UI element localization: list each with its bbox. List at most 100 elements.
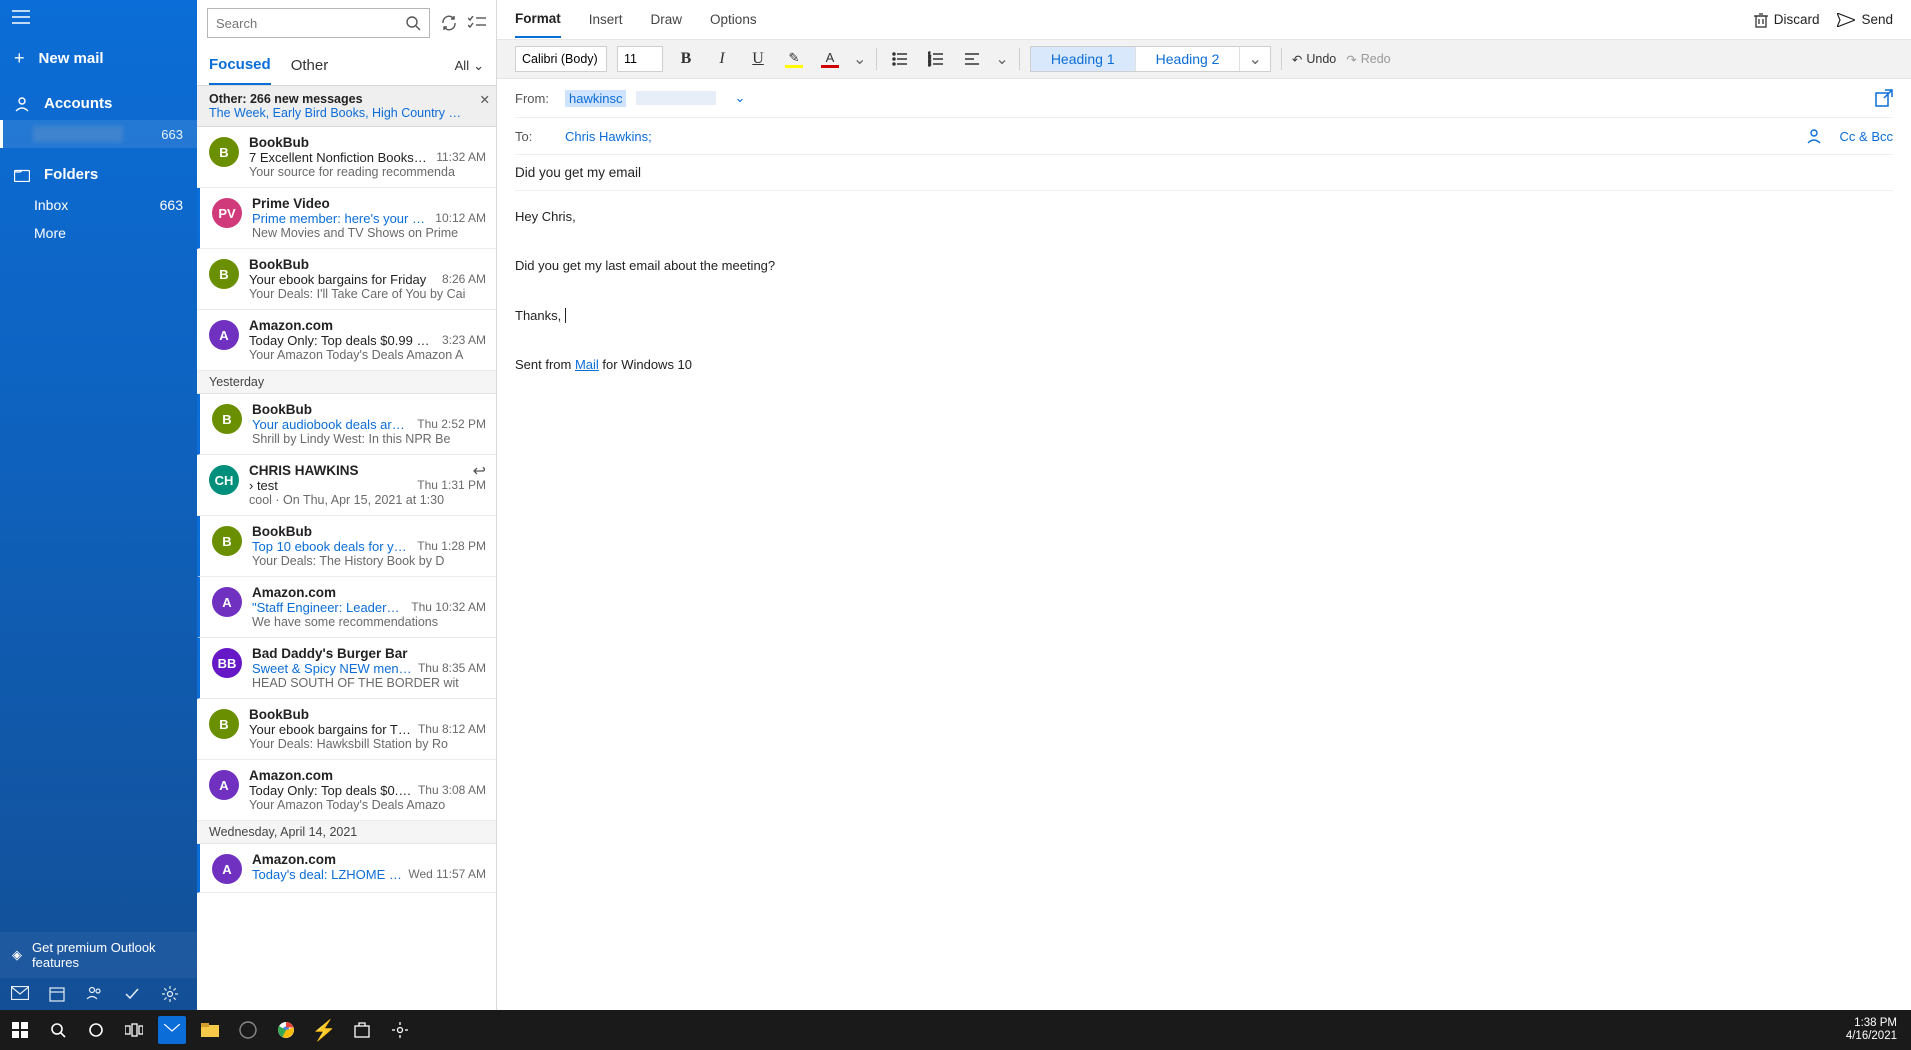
discard-button[interactable]: Discard [1754, 12, 1820, 28]
body-line: Did you get my last email about the meet… [515, 254, 1893, 279]
premium-banner[interactable]: ◈ Get premium Outlook features [0, 932, 197, 978]
settings-icon[interactable] [162, 986, 186, 1002]
message-item[interactable]: BBookBubYour ebook bargains for Friday8:… [197, 249, 496, 310]
filter-all[interactable]: All ⌄ [455, 58, 484, 74]
sync-icon[interactable] [440, 14, 458, 32]
close-icon[interactable]: ✕ [480, 92, 490, 107]
tab-options[interactable]: Options [710, 2, 757, 37]
search-input[interactable] [216, 16, 405, 31]
todo-icon[interactable] [124, 986, 148, 1002]
send-button[interactable]: Send [1837, 12, 1893, 27]
clock-date: 4/16/2021 [1846, 1030, 1897, 1043]
font-size-input[interactable] [617, 46, 663, 72]
app-icon[interactable]: ⚡ [310, 1016, 338, 1044]
trash-icon [1754, 12, 1768, 28]
message-subject: Sweet & Spicy NEW menu items a [252, 661, 412, 676]
mail-icon[interactable] [11, 986, 35, 1002]
tab-insert[interactable]: Insert [589, 2, 623, 37]
chevron-down-icon[interactable]: ⌄ [734, 90, 745, 106]
search-box[interactable] [207, 8, 430, 38]
ccbcc-link[interactable]: Cc & Bcc [1840, 129, 1893, 144]
people-icon[interactable] [86, 986, 110, 1002]
folder-inbox[interactable]: Inbox 663 [0, 191, 197, 219]
folder-more[interactable]: More [0, 219, 197, 247]
message-item[interactable]: AAmazon.comToday's deal: LZHOME LED Gara… [197, 844, 496, 893]
compose-body[interactable]: Hey Chris, Did you get my last email abo… [497, 191, 1911, 392]
message-item[interactable]: BBookBubYour audiobook deals are hereThu… [197, 394, 496, 455]
chevron-down-icon[interactable]: ⌄ [853, 49, 866, 69]
message-item[interactable]: BBBad Daddy's Burger BarSweet & Spicy NE… [197, 638, 496, 699]
message-subject: "Staff Engineer: Leadership..." ar [252, 600, 405, 615]
chevron-down-icon[interactable]: ⌄ [1240, 49, 1269, 69]
premium-label: Get premium Outlook features [32, 940, 185, 970]
message-sender: Amazon.com [252, 585, 486, 600]
message-sender: Amazon.com [249, 768, 486, 783]
calendar-icon[interactable] [49, 986, 73, 1002]
highlight-button[interactable]: ✎ [781, 46, 807, 72]
message-item[interactable]: CHCHRIS HAWKINS› testThu 1:31 PMcool · O… [197, 455, 496, 516]
mail-taskbar-icon[interactable] [158, 1016, 186, 1044]
contacts-icon[interactable] [1806, 128, 1822, 144]
cortana-icon[interactable] [82, 1016, 110, 1044]
underline-button[interactable]: U [745, 46, 771, 72]
message-sender: BookBub [249, 135, 486, 150]
store-icon[interactable] [348, 1016, 376, 1044]
subject-input[interactable] [515, 165, 1893, 180]
message-item[interactable]: BBookBubYour ebook bargains for Thursday… [197, 699, 496, 760]
popout-icon[interactable] [1875, 89, 1893, 107]
numbering-button[interactable]: 123 [923, 46, 949, 72]
start-button[interactable] [6, 1016, 34, 1044]
dell-icon[interactable] [234, 1016, 262, 1044]
message-item[interactable]: PVPrime VideoPrime member: here's your w… [197, 188, 496, 249]
avatar: A [209, 320, 239, 350]
account-item[interactable]: 663 [0, 120, 197, 148]
menu-button[interactable] [0, 0, 197, 34]
message-preview: Your Deals: I'll Take Care of You by Cai [249, 287, 486, 301]
bullets-button[interactable] [887, 46, 913, 72]
message-subject: Today Only: Top deals $0.99 and up on [249, 333, 436, 348]
plus-icon: + [14, 48, 25, 69]
style-heading2[interactable]: Heading 2 [1136, 47, 1241, 71]
person-icon [14, 96, 30, 112]
avatar: B [209, 259, 239, 289]
select-mode-icon[interactable] [468, 16, 486, 30]
folders-header[interactable]: Folders [0, 148, 197, 191]
bold-button[interactable]: B [673, 46, 699, 72]
style-heading1[interactable]: Heading 1 [1031, 47, 1136, 71]
message-preview: Your Amazon Today's Deals Amazo [249, 798, 486, 812]
tab-format[interactable]: Format [515, 1, 561, 38]
new-mail-button[interactable]: + New mail [0, 34, 197, 77]
message-item[interactable]: BBookBub7 Excellent Nonfiction Books to … [197, 127, 496, 188]
chrome-icon[interactable] [272, 1016, 300, 1044]
font-name-input[interactable] [515, 46, 607, 72]
mail-link[interactable]: Mail [575, 357, 599, 372]
other-banner-title[interactable]: Other: 266 new messages [209, 92, 468, 106]
clock-time: 1:38 PM [1846, 1017, 1897, 1030]
search-icon[interactable] [405, 15, 421, 31]
tab-focused[interactable]: Focused [209, 46, 271, 85]
italic-button[interactable]: I [709, 46, 735, 72]
message-item[interactable]: AAmazon.comToday Only: Top deals $0.99 a… [197, 310, 496, 371]
to-value[interactable]: Chris Hawkins; [565, 129, 652, 144]
message-item[interactable]: AAmazon.com"Staff Engineer: Leadership..… [197, 577, 496, 638]
folder-icon [14, 168, 30, 182]
accounts-header[interactable]: Accounts [0, 77, 197, 120]
from-value[interactable]: hawkinsc [565, 90, 626, 107]
tab-draw[interactable]: Draw [651, 2, 683, 37]
left-sidebar: + New mail Accounts 663 Folders Inbox 66… [0, 0, 197, 1010]
message-item[interactable]: BBookBubTop 10 ebook deals for you this … [197, 516, 496, 577]
undo-button[interactable]: ↶ Undo [1292, 52, 1336, 67]
tab-other[interactable]: Other [291, 47, 329, 84]
message-time: Thu 8:12 AM [418, 722, 486, 737]
settings-icon[interactable] [386, 1016, 414, 1044]
font-color-button[interactable]: A [817, 46, 843, 72]
subject-row [515, 155, 1893, 191]
message-item[interactable]: AAmazon.comToday Only: Top deals $0.99 a… [197, 760, 496, 821]
chevron-down-icon[interactable]: ⌄ [995, 49, 1008, 69]
clock[interactable]: 1:38 PM 4/16/2021 [1846, 1017, 1897, 1043]
align-button[interactable] [959, 46, 985, 72]
search-icon[interactable] [44, 1016, 72, 1044]
styles-gallery[interactable]: Heading 1 Heading 2 ⌄ [1030, 46, 1271, 72]
explorer-icon[interactable] [196, 1016, 224, 1044]
taskview-icon[interactable] [120, 1016, 148, 1044]
